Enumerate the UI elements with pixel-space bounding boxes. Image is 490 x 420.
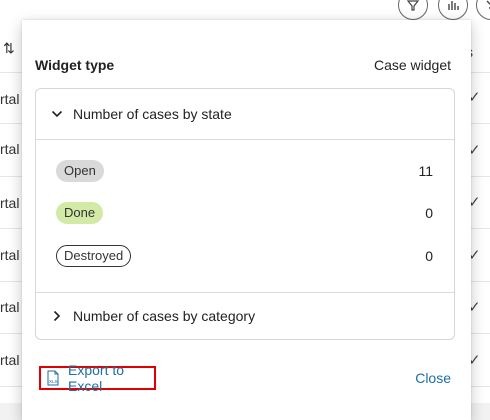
chart-icon[interactable] [438, 0, 468, 20]
accordion-header-cases-by-category[interactable]: Number of cases by category [36, 292, 454, 340]
svg-text:XLS: XLS [49, 379, 58, 384]
status-badge: Done [56, 202, 104, 224]
row-text-fragment: rtal [0, 299, 20, 315]
widget-type-label: Widget type [35, 57, 115, 73]
widget-type-row: Widget type Case widget [35, 57, 451, 73]
state-count: 0 [425, 205, 433, 221]
status-badge: Open [56, 160, 104, 182]
state-count: 11 [418, 163, 433, 179]
filter-icon[interactable] [398, 0, 428, 20]
accordion-title: Number of cases by state [73, 106, 232, 122]
accordion-header-cases-by-state[interactable]: Number of cases by state [36, 90, 454, 138]
close-button[interactable]: Close [415, 370, 451, 386]
collapse-icon[interactable] [476, 0, 490, 20]
accordion-divider [36, 139, 454, 140]
chevron-right-icon [50, 309, 64, 323]
row-text-fragment: rtal [0, 141, 20, 157]
widget-details-dialog: Widget type Case widget Number of cases … [22, 20, 471, 420]
row-text-fragment: rtal [0, 352, 20, 368]
status-badge: Destroyed [56, 245, 132, 267]
row-text-fragment: rtal [0, 195, 20, 211]
state-row-destroyed: Destroyed 0 [56, 243, 434, 269]
state-count: 0 [425, 248, 433, 264]
state-row-done: Done 0 [56, 200, 434, 226]
row-text-fragment: rtal [0, 91, 20, 107]
excel-file-icon: XLS [45, 370, 61, 386]
cases-accordion: Number of cases by state Open 11 Done 0 … [35, 88, 455, 340]
dialog-footer: XLS Export to Excel Close [22, 362, 471, 394]
widget-type-value: Case widget [373, 57, 451, 73]
state-row-open: Open 11 [56, 158, 434, 184]
row-text-fragment: rtal [0, 247, 20, 263]
chevron-down-icon [50, 107, 64, 121]
export-to-excel-button[interactable]: XLS Export to Excel [39, 362, 156, 394]
sort-arrows-icon[interactable]: ⇅ [3, 40, 15, 57]
export-label: Export to Excel [68, 362, 125, 394]
accordion-title: Number of cases by category [73, 308, 256, 324]
